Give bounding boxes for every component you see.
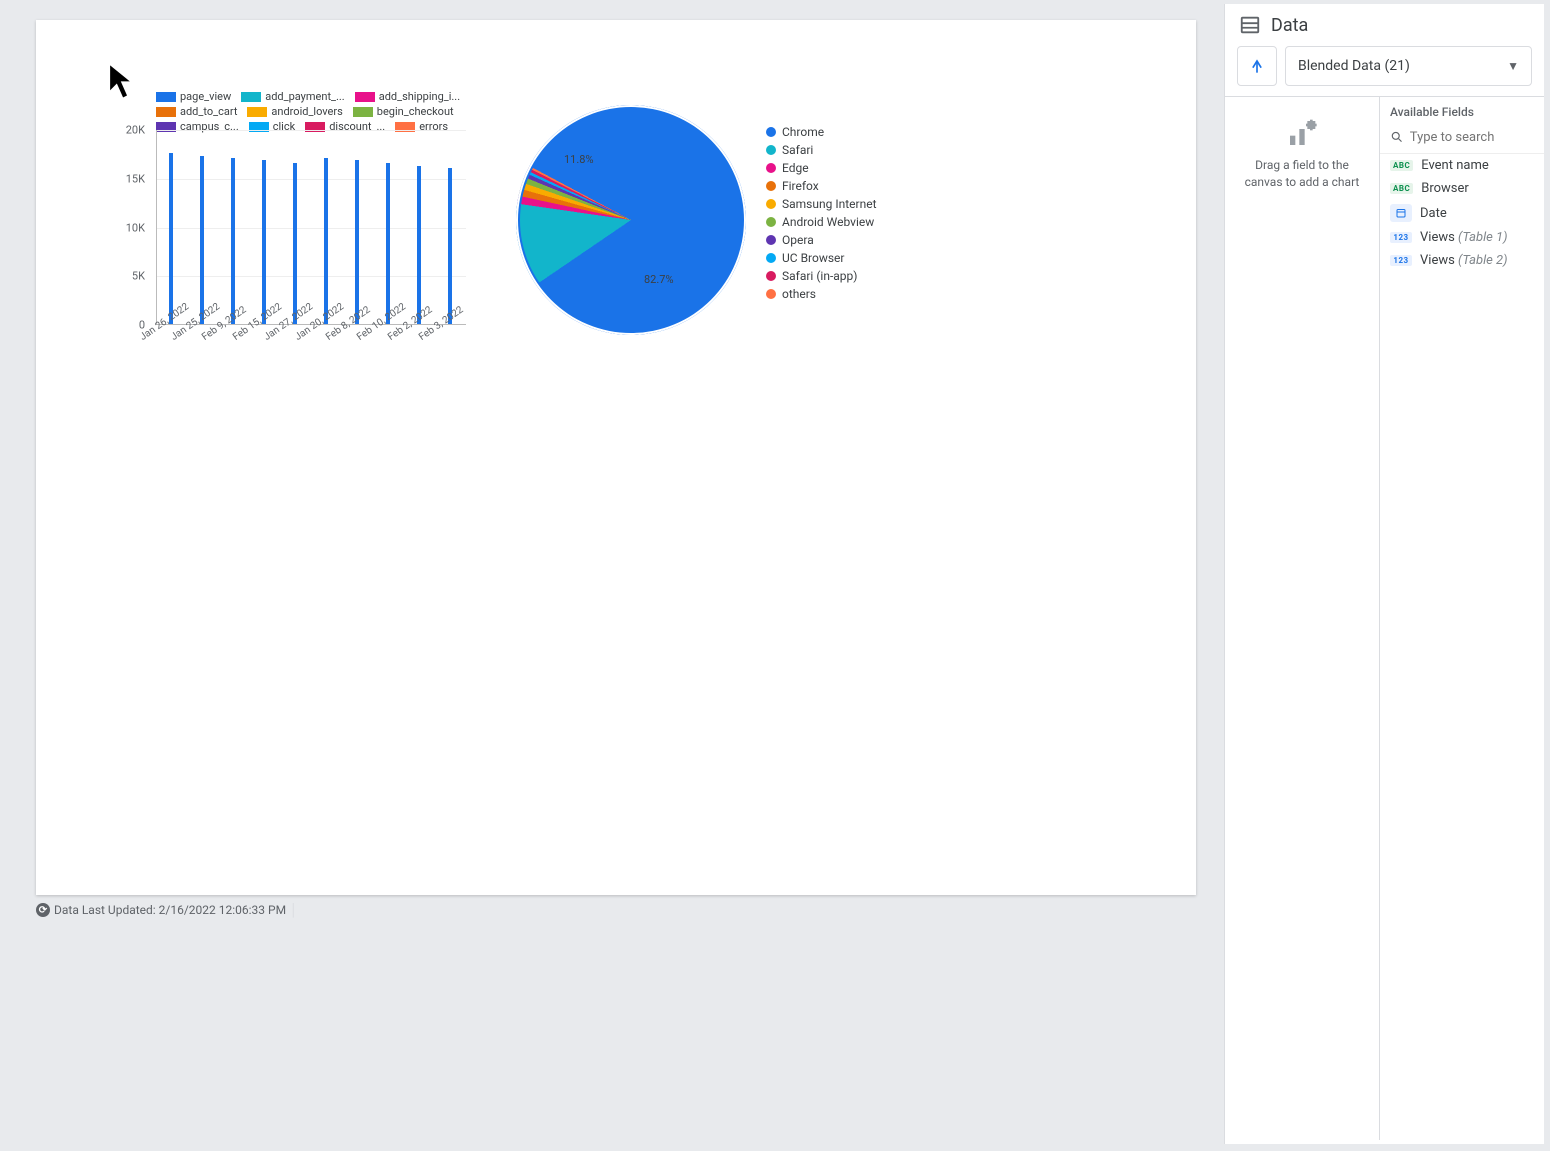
field-item[interactable]: 123Views (Table 1) (1380, 226, 1544, 249)
data-table-icon (1239, 14, 1261, 36)
pie-legend-item: Edge (766, 161, 877, 175)
field-search-input[interactable] (1410, 130, 1534, 145)
bar (231, 158, 235, 324)
pie-legend-item: Firefox (766, 179, 877, 193)
data-panel-title: Data (1271, 15, 1308, 36)
footer-status: ⟳ Data Last Updated: 2/16/2022 12:06:33 … (36, 903, 298, 917)
pie-legend-item: UC Browser (766, 251, 877, 265)
blend-icon (1247, 56, 1267, 76)
bar (293, 163, 297, 324)
pie-chart[interactable]: 11.8% 82.7% Chrome Safari Edge Firefox Samsu… (516, 105, 936, 335)
bar-chart-plot (156, 130, 466, 325)
chevron-down-icon: ▼ (1507, 59, 1519, 73)
blend-data-button[interactable] (1237, 46, 1277, 86)
legend-item: add_payment_... (241, 90, 344, 103)
pie-legend-item: Opera (766, 233, 877, 247)
add-chart-icon (1286, 117, 1318, 149)
pie-legend-item: Safari (in-app) (766, 269, 877, 283)
search-icon (1390, 129, 1404, 145)
bar (417, 166, 421, 324)
field-dropzone[interactable]: Drag a field to the canvas to add a char… (1225, 97, 1380, 1140)
refresh-icon: ⟳ (36, 903, 50, 917)
pie-chart-plot: 11.8% 82.7% (516, 105, 746, 335)
bar (386, 163, 390, 324)
bar (324, 158, 328, 324)
legend-item: begin_checkout (353, 105, 454, 118)
field-item[interactable]: ABCEvent name (1380, 154, 1544, 177)
available-fields: Available Fields ABCEvent nameABCBrowser… (1380, 97, 1544, 1140)
pie-label-safari: 11.8% (564, 153, 594, 166)
report-canvas[interactable]: page_view add_payment_... add_shipping_i..… (36, 20, 1196, 895)
field-item[interactable]: 123Views (Table 2) (1380, 249, 1544, 272)
bar (200, 156, 204, 324)
legend-item: add_shipping_i... (355, 90, 460, 103)
bar-chart[interactable]: page_view add_payment_... add_shipping_i..… (96, 90, 476, 137)
bar (355, 160, 359, 324)
pie-label-chrome: 82.7% (644, 273, 674, 286)
pie-chart-legend: Chrome Safari Edge Firefox Samsung Internet A… (766, 105, 877, 335)
fields-header: Available Fields (1380, 97, 1544, 125)
pie-legend-item: Android Webview (766, 215, 877, 229)
bar-chart-legend: page_view add_payment_... add_shipping_i..… (156, 90, 466, 133)
dropzone-hint: Drag a field to the canvas to add a char… (1225, 157, 1379, 191)
field-item[interactable]: Date (1380, 200, 1544, 226)
bar (169, 153, 173, 324)
pie-legend-item: Samsung Internet (766, 197, 877, 211)
bar (262, 160, 266, 324)
data-panel: Data Blended Data (21) ▼ Drag a field to… (1224, 4, 1544, 1144)
legend-item: android_lovers (247, 105, 342, 118)
bar-chart-xaxis: Jan 26, 2022Jan 25, 2022Feb 9, 2022Feb 1… (156, 328, 466, 378)
datasource-select[interactable]: Blended Data (21) ▼ (1285, 46, 1532, 86)
field-item[interactable]: ABCBrowser (1380, 177, 1544, 200)
legend-item: page_view (156, 90, 231, 103)
bar (448, 168, 452, 324)
legend-item: add_to_cart (156, 105, 237, 118)
data-panel-header: Data (1225, 4, 1544, 46)
last-updated-text: Data Last Updated: 2/16/2022 12:06:33 PM (54, 903, 286, 917)
bar-chart-yaxis: 05K10K15K20K (96, 130, 151, 325)
pie-legend-item: others (766, 287, 877, 301)
datasource-label: Blended Data (21) (1298, 58, 1410, 74)
pie-legend-item: Chrome (766, 125, 877, 139)
field-search[interactable] (1380, 125, 1544, 154)
pie-legend-item: Safari (766, 143, 877, 157)
